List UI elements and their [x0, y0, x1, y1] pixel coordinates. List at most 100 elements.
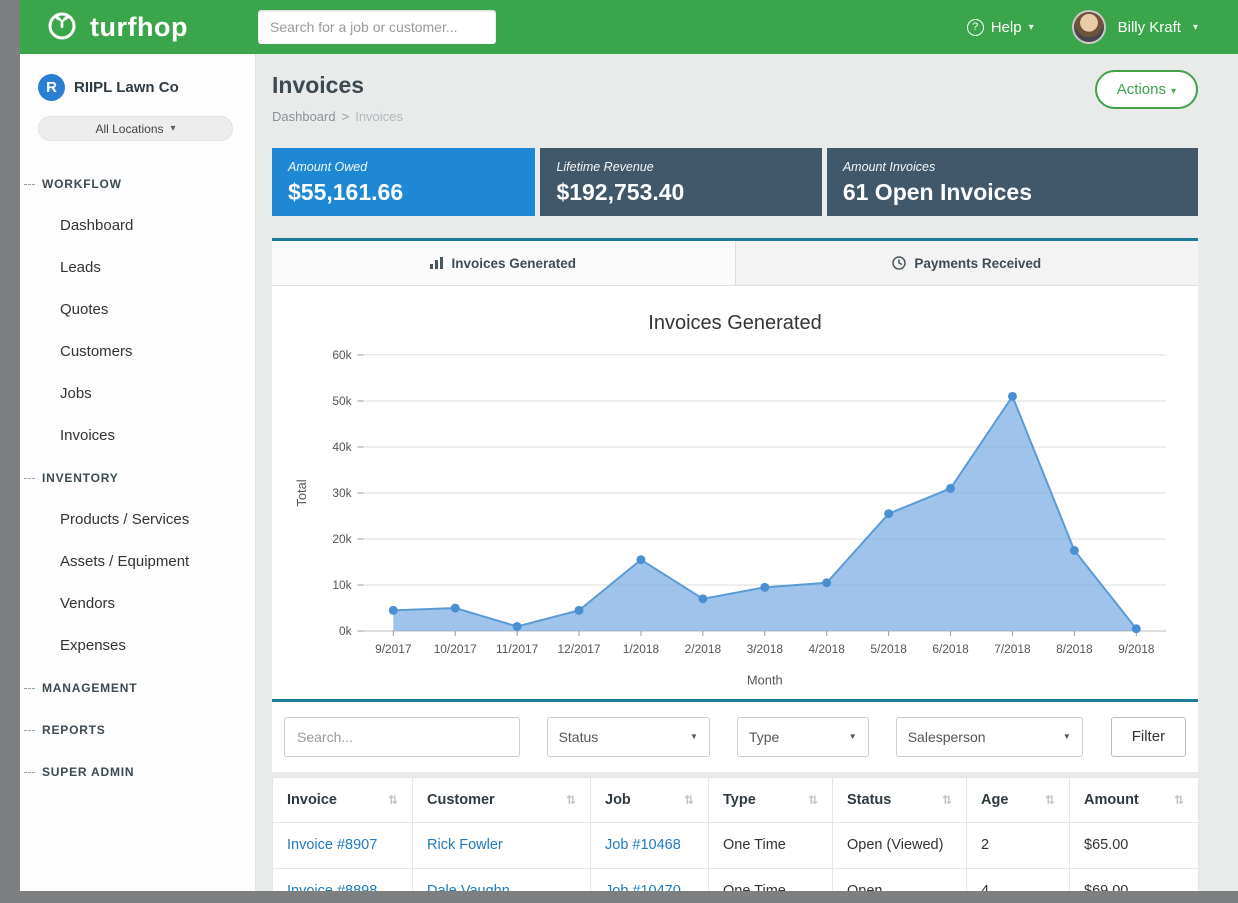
page-title: Invoices [272, 72, 403, 99]
status-select[interactable]: Status ▼ [547, 717, 710, 757]
sidebar-nav: WORKFLOW Dashboard Leads Quotes Customer… [20, 163, 255, 793]
sort-icon[interactable]: ⇅ [1174, 793, 1184, 807]
stat-open-invoices: Amount Invoices 61 Open Invoices [827, 148, 1198, 216]
invoice-link[interactable]: Invoice #8907 [287, 837, 377, 853]
sidebar-item-dashboard[interactable]: Dashboard [20, 205, 255, 247]
svg-text:40k: 40k [332, 440, 351, 454]
stat-amount-owed: Amount Owed $55,161.66 [272, 148, 535, 216]
main-content: Invoices Dashboard>Invoices Actions▾ Amo… [256, 54, 1238, 891]
user-name[interactable]: Billy Kraft [1118, 19, 1181, 36]
sidebar-item-expenses[interactable]: Expenses [20, 625, 255, 667]
chevron-down-icon: ▾ [171, 123, 176, 134]
avatar[interactable] [1072, 10, 1106, 44]
svg-text:10/2017: 10/2017 [434, 642, 477, 656]
customer-link[interactable]: Rick Fowler [427, 837, 503, 853]
stat-lifetime-revenue: Lifetime Revenue $192,753.40 [540, 148, 821, 216]
select-arrow-icon: ▼ [690, 732, 698, 741]
col-customer[interactable]: Customer⇅ [413, 777, 591, 822]
chart-panel: Invoices Generated 0k10k20k30k40k50k60k9… [272, 286, 1198, 699]
breadcrumb-dashboard[interactable]: Dashboard [272, 109, 336, 124]
col-type[interactable]: Type⇅ [709, 777, 833, 822]
svg-text:9/2017: 9/2017 [375, 642, 412, 656]
clock-icon [892, 256, 906, 270]
help-label: Help [991, 19, 1022, 36]
sidebar-item-jobs[interactable]: Jobs [20, 373, 255, 415]
invoice-link[interactable]: Invoice #8898 [287, 883, 377, 891]
help-icon: ? [967, 19, 984, 36]
sort-icon[interactable]: ⇅ [1045, 793, 1055, 807]
table-row: Invoice #8898 Dale Vaughn Job #10470 One… [273, 868, 1199, 891]
sidebar-item-leads[interactable]: Leads [20, 247, 255, 289]
col-age[interactable]: Age⇅ [967, 777, 1070, 822]
cell-age: 2 [967, 822, 1070, 868]
select-arrow-icon: ▼ [1063, 732, 1071, 741]
nav-section-workflow[interactable]: WORKFLOW [20, 163, 255, 205]
sort-icon[interactable]: ⇅ [684, 793, 694, 807]
sidebar-item-customers[interactable]: Customers [20, 331, 255, 373]
cell-type: One Time [709, 868, 833, 891]
svg-text:60k: 60k [332, 348, 351, 362]
chevron-down-icon[interactable]: ▾ [1193, 22, 1198, 33]
cell-status: Open (Viewed) [833, 822, 967, 868]
job-link[interactable]: Job #10470 [605, 883, 681, 891]
svg-text:2/2018: 2/2018 [685, 642, 722, 656]
chevron-down-icon: ▾ [1029, 22, 1034, 33]
breadcrumb: Dashboard>Invoices [272, 109, 403, 124]
svg-text:10k: 10k [332, 578, 351, 592]
cell-amount: $65.00 [1070, 822, 1199, 868]
svg-text:12/2017: 12/2017 [558, 642, 601, 656]
chart-title: Invoices Generated [288, 312, 1182, 335]
topbar-right: ? Help ▾ Billy Kraft ▾ [967, 10, 1198, 44]
help-menu[interactable]: ? Help ▾ [967, 19, 1034, 36]
chevron-down-icon: ▾ [1171, 86, 1176, 97]
col-status[interactable]: Status⇅ [833, 777, 967, 822]
svg-text:7/2018: 7/2018 [994, 642, 1031, 656]
actions-button[interactable]: Actions▾ [1095, 70, 1198, 109]
sidebar-item-invoices[interactable]: Invoices [20, 415, 255, 457]
cell-status: Open [833, 868, 967, 891]
sort-icon[interactable]: ⇅ [808, 793, 818, 807]
col-job[interactable]: Job⇅ [591, 777, 709, 822]
svg-text:4/2018: 4/2018 [809, 642, 846, 656]
cell-amount: $69.00 [1070, 868, 1199, 891]
nav-section-reports[interactable]: REPORTS [20, 709, 255, 751]
chart-tabs-panel: Invoices Generated Payments Received Inv… [272, 238, 1198, 699]
sort-icon[interactable]: ⇅ [388, 793, 398, 807]
svg-text:Month: Month [747, 673, 783, 688]
bar-chart-icon [430, 257, 443, 269]
sidebar: R RIIPL Lawn Co All Locations ▾ WORKFLOW… [20, 54, 256, 891]
nav-section-inventory[interactable]: INVENTORY [20, 457, 255, 499]
sidebar-item-vendors[interactable]: Vendors [20, 583, 255, 625]
sidebar-item-products-services[interactable]: Products / Services [20, 499, 255, 541]
job-link[interactable]: Job #10468 [605, 837, 681, 853]
app-window: turfhop ? Help ▾ Billy Kraft ▾ R RIIPL L… [20, 0, 1238, 891]
type-select[interactable]: Type ▼ [737, 717, 869, 757]
sidebar-item-assets-equipment[interactable]: Assets / Equipment [20, 541, 255, 583]
sort-icon[interactable]: ⇅ [942, 793, 952, 807]
table-search-input[interactable] [284, 717, 520, 757]
nav-section-super-admin[interactable]: SUPER ADMIN [20, 751, 255, 793]
locations-dropdown[interactable]: All Locations ▾ [38, 116, 233, 141]
svg-text:8/2018: 8/2018 [1056, 642, 1093, 656]
table-header-row: Invoice⇅ Customer⇅ Job⇅ Type⇅ Status⇅ Ag… [273, 777, 1199, 822]
stat-cards: Amount Owed $55,161.66 Lifetime Revenue … [272, 148, 1198, 216]
nav-section-management[interactable]: MANAGEMENT [20, 667, 255, 709]
tab-payments-received[interactable]: Payments Received [735, 241, 1199, 285]
brand[interactable]: turfhop [44, 7, 258, 48]
col-invoice[interactable]: Invoice⇅ [273, 777, 413, 822]
filter-button[interactable]: Filter [1111, 717, 1186, 757]
global-search-input[interactable] [258, 10, 496, 44]
customer-link[interactable]: Dale Vaughn [427, 883, 510, 891]
filter-bar: Status ▼ Type ▼ Salesperson ▼ Filter [272, 699, 1198, 772]
tab-invoices-generated[interactable]: Invoices Generated [272, 241, 735, 285]
col-amount[interactable]: Amount⇅ [1070, 777, 1199, 822]
svg-text:9/2018: 9/2018 [1118, 642, 1155, 656]
company-name: RIIPL Lawn Co [74, 79, 179, 96]
breadcrumb-current: Invoices [355, 109, 403, 124]
sidebar-item-quotes[interactable]: Quotes [20, 289, 255, 331]
sort-icon[interactable]: ⇅ [566, 793, 576, 807]
svg-text:20k: 20k [332, 532, 351, 546]
select-arrow-icon: ▼ [849, 732, 857, 741]
salesperson-select[interactable]: Salesperson ▼ [896, 717, 1083, 757]
table-row: Invoice #8907 Rick Fowler Job #10468 One… [273, 822, 1199, 868]
